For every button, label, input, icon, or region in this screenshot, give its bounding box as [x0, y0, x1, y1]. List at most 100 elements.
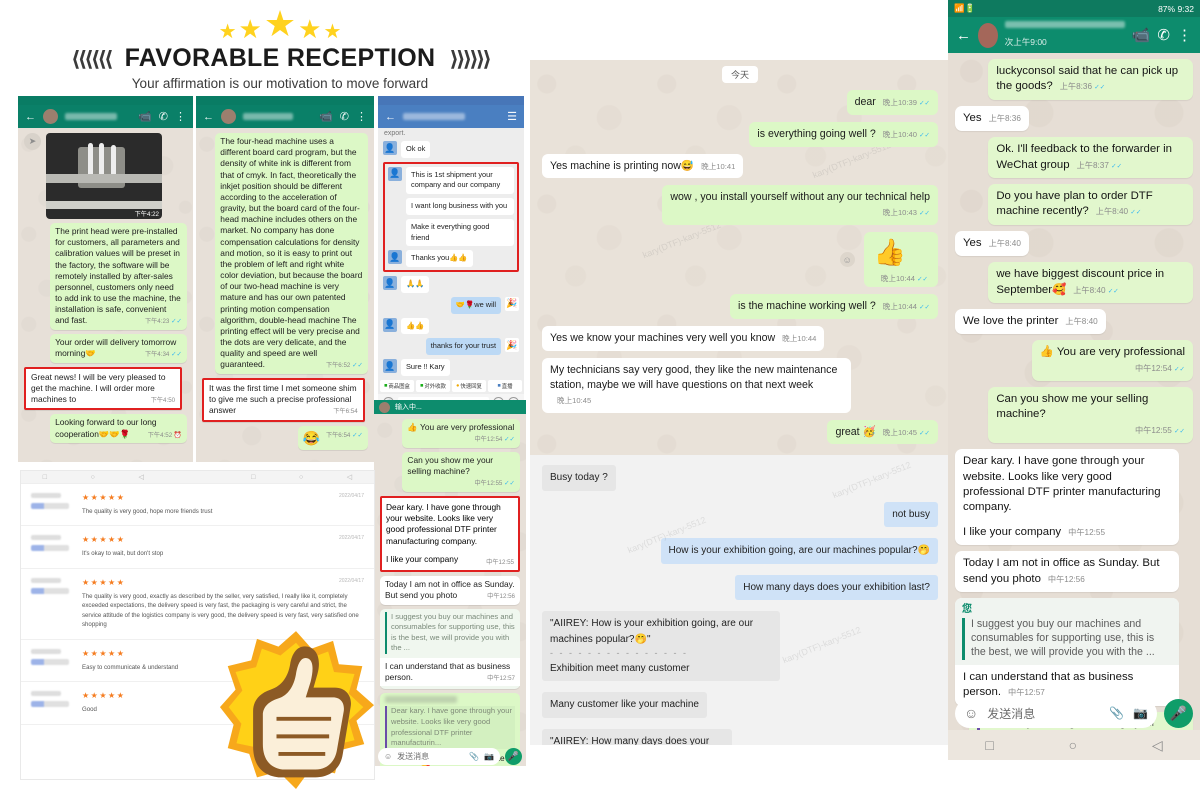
- chat-row: 👤 🙏🙏: [383, 276, 519, 293]
- chat-row: 🤝🌹we will 🎉: [383, 296, 519, 314]
- mic-button[interactable]: 🎤: [505, 747, 522, 765]
- bubble-text: I can understand that as business person…: [963, 670, 1134, 699]
- toolbar-item-live[interactable]: ■ 直播: [488, 379, 522, 392]
- chat-body-right: luckyconsol said that he can pick up the…: [948, 53, 1200, 760]
- toolbar-item-quickreply[interactable]: ● 快速回复: [452, 379, 486, 392]
- bubble-meta: 中午12:55 ✓✓: [474, 480, 516, 488]
- page-title: FAVORABLE RECEPTION: [124, 44, 436, 72]
- nav-back-icon-2[interactable]: ◁: [347, 473, 352, 481]
- chat-bubble-quoted: I suggest you buy our machines and consu…: [380, 608, 520, 690]
- chat-bubble: Yes 上午8:36: [955, 105, 1029, 132]
- message-input-1[interactable]: ☺ 发送消息 📎 📷: [22, 461, 167, 462]
- emoji-icon[interactable]: ☺: [384, 752, 392, 761]
- menu-icon[interactable]: ⋮: [175, 110, 186, 123]
- bubble-text: Dear kary. I have gone through your webs…: [386, 501, 501, 546]
- reviewer: [31, 535, 73, 558]
- star-icon: ★: [323, 21, 342, 43]
- bubble-meta: 下午4:52 ⏰: [147, 431, 182, 439]
- list-menu-icon[interactable]: ☰: [507, 110, 517, 123]
- bubble-text: Yes: [963, 111, 982, 124]
- center-chat-top: kary(DTF)-kary-5512 kary(DTF)-kary-5512 …: [530, 60, 950, 455]
- bubble-meta: 中午12:56: [487, 593, 515, 601]
- chat-bubble: 👍 You are very professional 中午12:54 ✓✓: [402, 419, 520, 448]
- chat-row: thanks for your trust 🎉: [383, 338, 519, 356]
- camera-icon[interactable]: 📷: [1133, 706, 1148, 720]
- toolbar-item-payment[interactable]: ■ 对外收款: [416, 379, 450, 392]
- message-input-bar-1[interactable]: ☺ 发送消息 📎 📷 🎤: [18, 459, 193, 462]
- status-bar: [18, 96, 193, 105]
- chat-header-2: ← 📹 ✆ ⋮: [196, 105, 374, 128]
- phone-icon[interactable]: ✆: [340, 110, 349, 123]
- message-input-bar-2[interactable]: ☺ 发送消息 📎 📷 🎤: [196, 459, 374, 462]
- nav-square-icon[interactable]: □: [985, 737, 993, 753]
- star-icon: ★: [298, 14, 322, 44]
- chat-bubble: Today I am not in office as Sunday. But …: [955, 551, 1179, 592]
- bubble-text: 👍👍: [401, 317, 430, 335]
- nav-square-icon[interactable]: □: [43, 474, 47, 481]
- bubble-text: Can you show me your selling machine?: [407, 454, 494, 476]
- message-input-4[interactable]: ☺ 发送消息 📎 📷: [378, 747, 500, 765]
- chat-bubble: wow , you install yourself without any o…: [662, 185, 938, 226]
- avatar: [379, 401, 390, 413]
- avatar-icon: 👤: [383, 141, 397, 155]
- bubble-meta: 晚上10:41: [701, 161, 736, 171]
- bubble-text: is everything going well ?: [757, 127, 876, 140]
- bubble-meta: 晚上10:45: [557, 395, 592, 405]
- day-separator: 今天: [721, 66, 758, 83]
- menu-icon[interactable]: ⋮: [356, 110, 367, 123]
- chevron-right-icon: ⟩⟩⟩⟩⟩⟩: [449, 46, 492, 71]
- forward-icon[interactable]: ➤: [24, 133, 41, 150]
- center-message-list: 今天 dear 晚上10:39 ✓✓ is everything going we…: [530, 60, 950, 450]
- emoji-icon[interactable]: ☺: [964, 705, 978, 721]
- bubble-meta: 上午8:40 ✓✓: [1095, 207, 1142, 217]
- back-icon[interactable]: ←: [203, 111, 214, 123]
- attach-icon[interactable]: 📎: [469, 752, 479, 761]
- phone-icon[interactable]: ✆: [1157, 26, 1170, 44]
- nav-back-icon[interactable]: ◁: [1152, 737, 1163, 754]
- bubble-text: We love the printer: [963, 314, 1059, 327]
- bubble-text: I want long business with you: [406, 198, 514, 215]
- message-input-2[interactable]: ☺ 发送消息 📎 📷: [200, 461, 348, 462]
- input-placeholder: 发送消息: [397, 751, 430, 761]
- attach-icon[interactable]: 📎: [1109, 706, 1124, 720]
- photo-attachment[interactable]: 下午4:22: [46, 133, 162, 219]
- reviewer: [31, 577, 73, 630]
- message-list-2: The four-head machine uses a different b…: [196, 128, 374, 455]
- bubble-text: 🤝🌹we will: [450, 296, 501, 314]
- mic-button[interactable]: 🎤: [353, 461, 370, 462]
- video-call-icon[interactable]: 📹: [138, 110, 152, 123]
- toolbar-item-product[interactable]: ■ 商品图盒: [380, 379, 414, 392]
- chat-bubble: Can you show me your selling machine? 中午1…: [988, 387, 1193, 444]
- watermark: kary(DTF)-kary-5512: [781, 624, 863, 666]
- chat-bubble: Today I am not in office as Sunday. But …: [380, 576, 520, 605]
- review-date: 2022/04/17: [338, 577, 364, 584]
- bubble-meta: 晚上10:43 ✓✓: [882, 208, 930, 218]
- emoji-icon[interactable]: ☺: [839, 252, 855, 268]
- chat-panel-center: kary(DTF)-kary-5512 kary(DTF)-kary-5512 …: [530, 60, 950, 745]
- message-input-right[interactable]: ☺ 发送消息 📎 📷: [955, 698, 1157, 728]
- video-call-icon[interactable]: 📹: [319, 110, 333, 123]
- chat-panel-1: ← 📹 ✆ ⋮ ➤ 下午4:22 The print head were pre…: [18, 96, 193, 462]
- nav-square-icon-2[interactable]: □: [251, 474, 255, 481]
- chat-panel-4: 输入中... 👍 You are very professional 中午12:…: [374, 400, 526, 766]
- back-icon[interactable]: ←: [25, 111, 36, 123]
- bubble-text: 🙏🙏: [401, 276, 430, 293]
- message-input-bar-right[interactable]: ☺ 发送消息 📎 📷 🎤: [948, 696, 1200, 730]
- mic-button[interactable]: 🎤: [1164, 698, 1193, 728]
- back-icon[interactable]: ←: [385, 111, 396, 123]
- chat-header-4: 输入中...: [374, 400, 526, 414]
- nav-home-icon[interactable]: ○: [91, 474, 95, 481]
- blurred-name: [385, 696, 457, 704]
- nav-home-icon[interactable]: ○: [1069, 737, 1077, 753]
- message-input-bar-4[interactable]: ☺ 发送消息 📎 📷 🎤: [374, 745, 526, 766]
- review-text: The quality is very good, hope more frie…: [82, 508, 213, 515]
- phone-icon[interactable]: ✆: [159, 110, 168, 123]
- nav-back-icon[interactable]: ◁: [138, 473, 143, 481]
- nav-home-icon-2[interactable]: ○: [299, 474, 303, 481]
- camera-icon[interactable]: 📷: [484, 752, 494, 761]
- mic-button[interactable]: 🎤: [172, 461, 189, 462]
- menu-icon[interactable]: ⋮: [1177, 26, 1192, 44]
- reviewer: [31, 691, 73, 714]
- video-call-icon[interactable]: 📹: [1132, 26, 1151, 44]
- back-icon[interactable]: ←: [956, 27, 971, 44]
